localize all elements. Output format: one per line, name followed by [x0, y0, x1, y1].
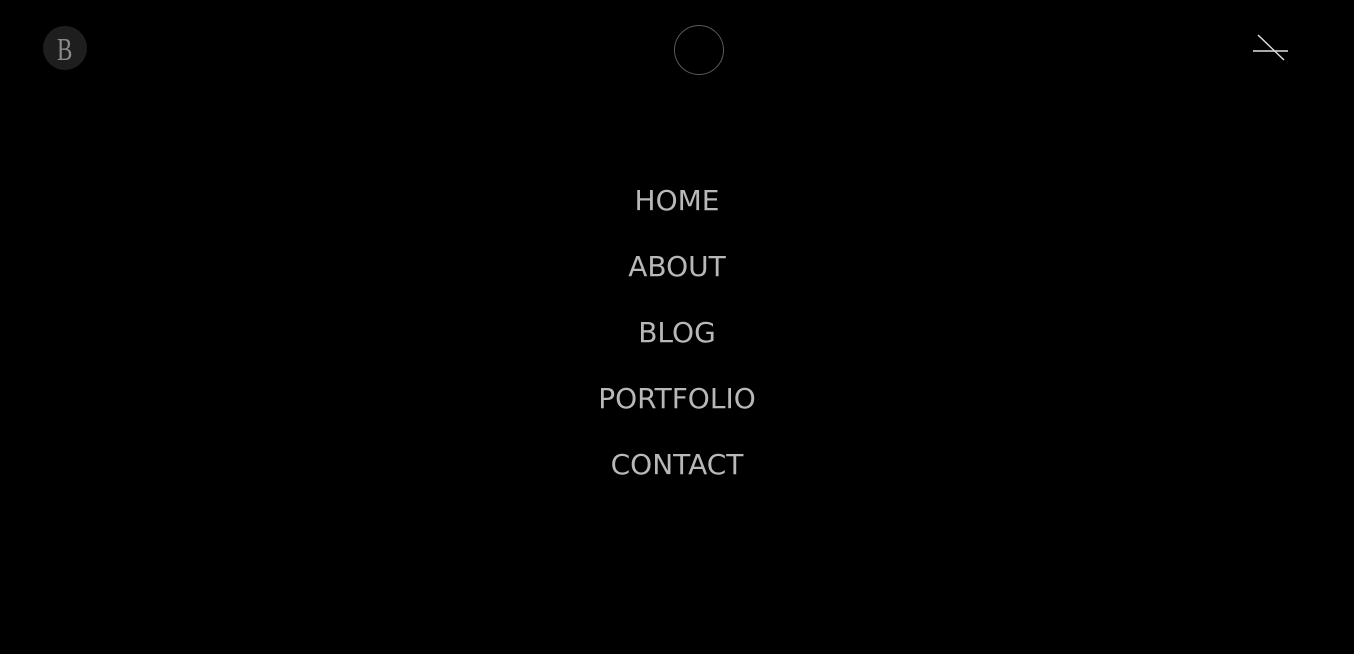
logo[interactable]: B — [43, 26, 87, 70]
close-menu-button[interactable] — [1248, 28, 1292, 68]
nav-item-home[interactable]: HOME — [635, 168, 720, 234]
main-nav: HOME ABOUT BLOG PORTFOLIO CONTACT — [0, 168, 1354, 498]
nav-item-portfolio[interactable]: PORTFOLIO — [598, 366, 756, 432]
nav-item-contact[interactable]: CONTACT — [611, 432, 744, 498]
logo-letter: B — [57, 31, 73, 67]
nav-item-about[interactable]: ABOUT — [628, 234, 726, 300]
close-icon — [1253, 34, 1288, 61]
nav-item-blog[interactable]: BLOG — [638, 300, 716, 366]
cursor-ring — [674, 25, 724, 75]
